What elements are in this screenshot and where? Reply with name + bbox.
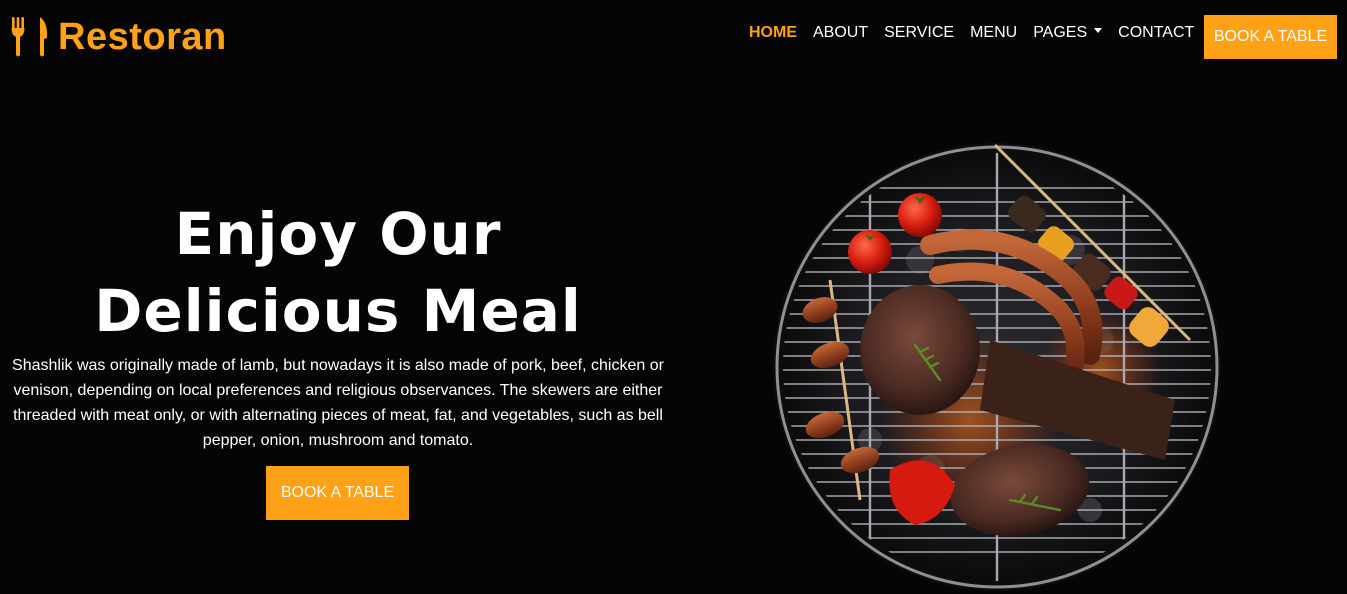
hero-description: Shashlik was originally made of lamb, bu… [12, 357, 664, 449]
brand-logo[interactable]: Restoran [10, 12, 227, 62]
book-table-nav-button[interactable]: BOOK A TABLE [1204, 15, 1337, 59]
hero-title: Enjoy Our Delicious Meal [0, 196, 676, 350]
navbar: Restoran HOME ABOUT SERVICE MENU PAGES C… [0, 0, 1347, 75]
nav-contact[interactable]: CONTACT [1118, 24, 1194, 42]
hero-title-line1: Enjoy Our [174, 200, 502, 268]
grilled-meat-image [773, 143, 1221, 591]
hero-title-line2: Delicious Meal [94, 277, 582, 345]
nav-links: HOME ABOUT SERVICE MENU PAGES CONTACT [749, 24, 1210, 42]
nav-home[interactable]: HOME [749, 24, 797, 42]
utensils-icon [11, 17, 48, 57]
nav-service[interactable]: SERVICE [884, 24, 954, 42]
nav-pages-label: PAGES [1033, 24, 1088, 41]
nav-pages-dropdown[interactable]: PAGES [1033, 24, 1103, 42]
book-table-hero-button[interactable]: BOOK A TABLE [266, 466, 409, 520]
nav-menu[interactable]: MENU [970, 24, 1017, 42]
caret-down-icon [1094, 28, 1103, 34]
nav-about[interactable]: ABOUT [813, 24, 868, 42]
brand-name: Restoran [58, 16, 227, 58]
